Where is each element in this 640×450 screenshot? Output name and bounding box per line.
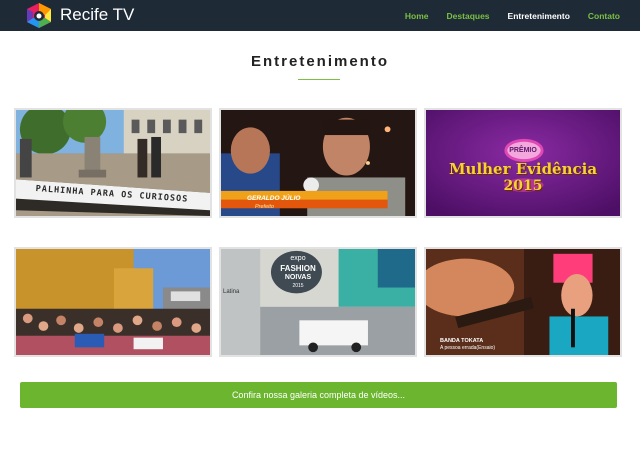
video-caption-line2: A pessoa errada(Ensaio): [440, 345, 496, 351]
expo-logo-year: 2015: [292, 283, 304, 289]
video-thumbnail-1[interactable]: PALHINHA PARA OS CURIOSOS: [14, 108, 212, 218]
award-title: Mulher Evidência: [448, 160, 598, 178]
lower-third-name: GERALDO JÚLIO: [247, 195, 301, 202]
nav-link-contato[interactable]: Contato: [588, 11, 620, 21]
nav-link-entretenimento[interactable]: Entretenimento: [508, 11, 570, 21]
expo-logo-top: expo: [290, 255, 306, 262]
award-year: 2015: [503, 178, 543, 194]
video-thumbnail-2[interactable]: GERALDO JÚLIO Prefeito: [219, 108, 417, 218]
expo-side-text: Latina: [223, 289, 240, 295]
video-thumbnail-4[interactable]: [14, 247, 212, 357]
page-title: Entretenimento: [250, 53, 389, 70]
brand-name[interactable]: Recife TV: [60, 5, 134, 25]
expo-logo-sub: NOIVAS: [284, 274, 312, 281]
expo-logo-mid: FASHION: [280, 264, 316, 273]
video-caption-line1: BANDA TOKATA: [440, 338, 484, 344]
nav-link-home[interactable]: Home: [405, 11, 429, 21]
main-nav: Home Destaques Entretenimento Contato: [405, 0, 620, 31]
lower-third-role: Prefeito: [255, 204, 274, 210]
nav-link-destaques[interactable]: Destaques: [447, 11, 490, 21]
rainbow-camera-icon[interactable]: [24, 2, 54, 29]
award-badge: PRÊMIO: [509, 147, 537, 154]
video-thumbnail-6[interactable]: BANDA TOKATA A pessoa errada(Ensaio): [424, 247, 622, 357]
gallery-button[interactable]: Confira nossa galeria completa de vídeos…: [20, 382, 617, 408]
top-navbar: Recife TV Home Destaques Entretenimento …: [0, 0, 640, 31]
video-thumbnail-5[interactable]: expo FASHION NOIVAS 2015 Latina: [219, 247, 417, 357]
title-underline: [298, 79, 340, 80]
video-thumbnail-3[interactable]: PRÊMIO Mulher Evidência 2015: [424, 108, 622, 218]
